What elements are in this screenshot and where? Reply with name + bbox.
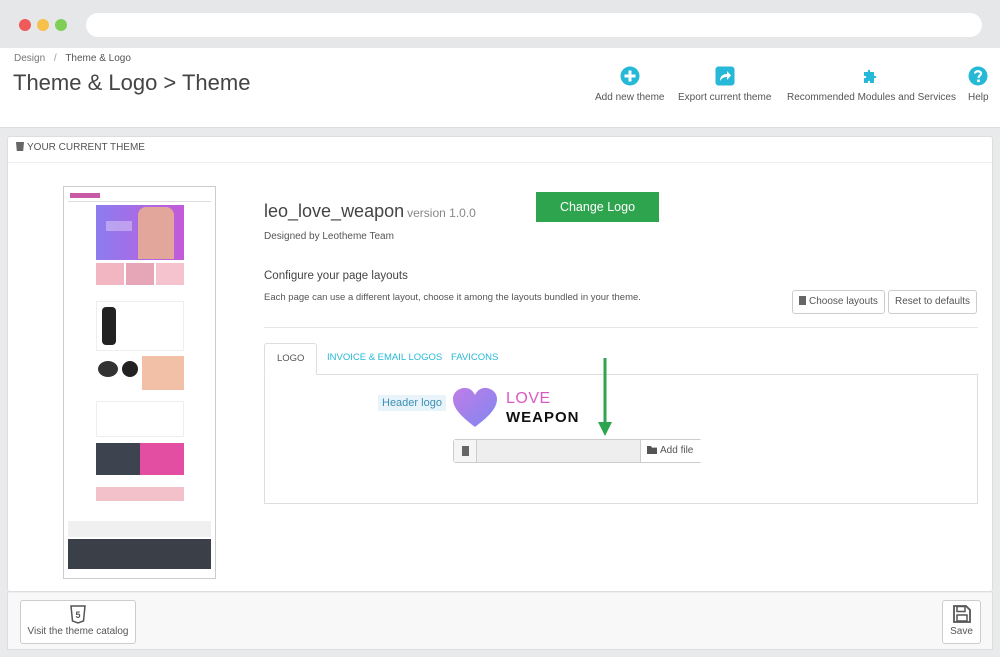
page-title: Theme & Logo > Theme [13, 70, 251, 95]
theme-preview-image [63, 186, 216, 579]
theme-name-text: leo_love_weapon [264, 201, 405, 221]
breadcrumb-design[interactable]: Design [14, 53, 45, 64]
share-icon [715, 66, 735, 86]
panel-heading-text: YOUR CURRENT THEME [27, 142, 145, 153]
logo-word-weapon: WEAPON [506, 409, 580, 426]
save-button[interactable]: Save [942, 600, 981, 644]
question-circle-icon [968, 66, 988, 86]
tab-logo[interactable]: LOGO [264, 343, 318, 375]
maximize-window-dot[interactable] [55, 19, 67, 31]
header-logo-label: Header logo [378, 395, 446, 411]
reset-to-defaults-button[interactable]: Reset to defaults [888, 290, 978, 314]
help-label: Help [968, 92, 989, 103]
browser-chrome [0, 0, 1000, 48]
add-new-theme-button[interactable]: Add new theme [595, 66, 665, 103]
plus-circle-icon [620, 66, 640, 86]
recommended-modules-label: Recommended Modules and Services [787, 92, 956, 103]
page-header: Design / Theme & Logo Theme & Logo > The… [0, 48, 1000, 128]
breadcrumb-separator: / [53, 53, 57, 64]
export-current-theme-button[interactable]: Export current theme [678, 66, 771, 103]
theme-author: Designed by Leotheme Team [264, 231, 394, 242]
panel-footer: 5 Visit the theme catalog Save [7, 592, 993, 650]
configure-layouts-title: Configure your page layouts [264, 270, 408, 282]
svg-text:5: 5 [75, 610, 80, 620]
close-window-dot[interactable] [19, 19, 31, 31]
section-divider [264, 327, 978, 328]
folder-open-icon [647, 446, 657, 454]
panel-heading: YOUR CURRENT THEME [8, 137, 992, 163]
choose-layouts-button[interactable]: Choose layouts [792, 290, 885, 314]
html5-icon: 5 [70, 605, 86, 624]
callout-arrow-icon [598, 358, 612, 436]
theme-name: leo_love_weapon version 1.0.0 [264, 201, 476, 222]
add-new-theme-label: Add new theme [595, 92, 665, 103]
breadcrumb-current: Theme & Logo [65, 53, 131, 64]
visit-theme-catalog-button[interactable]: 5 Visit the theme catalog [20, 600, 136, 644]
heart-logo-icon [453, 388, 497, 427]
change-logo-callout: Change Logo [536, 192, 659, 222]
recommended-modules-button[interactable]: Recommended Modules and Services [787, 66, 956, 103]
tab-favicons[interactable]: FAVICONS [439, 343, 510, 375]
logo-file-upload: Add file [453, 439, 702, 463]
file-icon [799, 296, 806, 305]
visit-theme-catalog-label: Visit the theme catalog [27, 626, 129, 637]
help-button[interactable]: Help [968, 66, 989, 103]
choose-layouts-label: Choose layouts [809, 296, 878, 307]
save-label: Save [950, 626, 973, 637]
floppy-disk-icon [952, 605, 971, 623]
tab-invoice-email-logos[interactable]: INVOICE & EMAIL LOGOS [315, 343, 454, 375]
theme-version: version 1.0.0 [407, 206, 476, 220]
export-current-theme-label: Export current theme [678, 92, 772, 103]
minimize-window-dot[interactable] [37, 19, 49, 31]
add-file-button[interactable]: Add file [640, 440, 702, 462]
file-icon [454, 440, 477, 462]
add-file-label: Add file [660, 445, 694, 456]
html5-small-icon [16, 142, 24, 151]
logo-word-love: LOVE [506, 390, 551, 407]
logo-file-input[interactable] [477, 440, 640, 462]
breadcrumb: Design / Theme & Logo [14, 53, 131, 64]
configure-layouts-description: Each page can use a different layout, ch… [264, 292, 641, 303]
current-theme-panel: YOUR CURRENT THEME leo_love_weapon versi… [7, 136, 993, 592]
puzzle-piece-icon [864, 69, 877, 83]
address-bar[interactable] [86, 13, 982, 37]
